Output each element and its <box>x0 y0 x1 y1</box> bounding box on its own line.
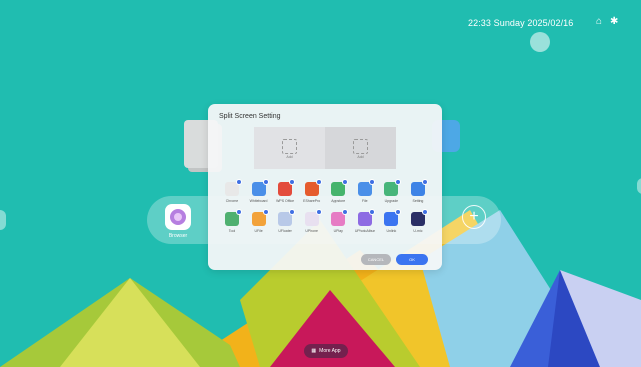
status-icons: ⌂ ✱ <box>596 16 618 27</box>
slot-label: Add <box>286 155 293 159</box>
app-label: Upgrade <box>384 199 399 203</box>
eshare-icon <box>304 179 322 196</box>
app-label: U-mic <box>413 229 423 233</box>
add-badge-icon <box>421 179 428 185</box>
add-badge-icon <box>262 209 269 215</box>
add-badge-icon <box>315 179 322 185</box>
add-badge-icon <box>236 179 242 185</box>
add-badge-icon <box>368 179 375 185</box>
unlink-icon <box>384 209 402 226</box>
app-tile[interactable]: UPhone <box>302 209 322 233</box>
app-tile[interactable]: Setting <box>408 179 428 203</box>
app-tile[interactable]: Appstore <box>328 179 349 203</box>
split-slots: Add Add <box>254 127 396 169</box>
app-tile[interactable]: ESharePro <box>302 179 322 203</box>
touch-indicator <box>530 32 550 52</box>
wifi-icon: ⌂ <box>596 16 603 27</box>
add-dock-app-button[interactable]: + <box>462 205 486 229</box>
add-badge-icon <box>395 179 402 185</box>
app-label: WPS Office <box>276 199 295 203</box>
app-label: File <box>361 199 368 203</box>
upgrade-icon <box>384 179 402 196</box>
ufloater-icon <box>278 209 296 226</box>
add-slot-icon <box>282 139 297 154</box>
app-tile[interactable]: Tool <box>222 209 242 233</box>
app-label: UFile <box>254 229 263 233</box>
tool-icon <box>225 209 242 226</box>
wps-office-icon <box>278 179 296 196</box>
app-label: Chrome <box>225 199 239 203</box>
add-badge-icon <box>368 209 375 215</box>
app-tile[interactable]: WPS Office <box>275 179 296 203</box>
add-slot-icon <box>353 139 368 154</box>
app-label: Tool <box>228 229 236 233</box>
split-slot-left[interactable]: Add <box>254 127 325 169</box>
dock-item-label: Browser <box>168 233 188 239</box>
app-label: UPhone <box>305 229 319 233</box>
app-label: Appstore <box>331 199 346 203</box>
right-side-handle[interactable] <box>637 178 641 194</box>
umic-icon <box>410 209 428 226</box>
more-app-button[interactable]: ▦ More App <box>304 344 348 358</box>
app-tile[interactable]: UFile <box>249 209 269 233</box>
app-tile[interactable]: Upgrade <box>381 179 402 203</box>
app-label: UPlay <box>333 229 343 233</box>
status-datetime: 22:33 Sunday 2025/02/16 <box>468 18 574 28</box>
app-label: Unlink <box>386 229 397 233</box>
app-label: UPhotoAlbum <box>354 229 375 233</box>
add-badge-icon <box>315 209 322 215</box>
app-grid: Chrome Whiteboard WPS Office ESharePro A… <box>222 179 428 242</box>
app-tile[interactable]: UPlay <box>328 209 349 233</box>
chrome-icon <box>225 179 242 196</box>
app-label: Setting <box>412 199 424 203</box>
add-badge-icon <box>262 179 269 185</box>
dock-item-browser[interactable]: Browser <box>160 204 196 240</box>
add-badge-icon <box>421 209 428 215</box>
add-badge-icon <box>289 209 296 215</box>
ufile-icon <box>251 209 269 226</box>
appstore-icon <box>331 179 349 196</box>
bluetooth-icon: ✱ <box>610 16 619 27</box>
uplay-icon <box>331 209 349 226</box>
split-screen-dialog: Split Screen Setting Add Add Chrome Whit… <box>208 104 442 270</box>
grid-icon: ▦ <box>311 348 317 354</box>
add-badge-icon <box>395 209 402 215</box>
app-tile[interactable]: Chrome <box>222 179 242 203</box>
add-badge-icon <box>236 209 242 215</box>
app-tile[interactable]: Unlink <box>381 209 402 233</box>
uphotoalbum-icon <box>357 209 375 226</box>
cancel-button[interactable]: CANCEL <box>361 254 391 265</box>
file-icon <box>357 179 375 196</box>
app-tile[interactable]: U-mic <box>408 209 428 233</box>
split-slot-right[interactable]: Add <box>325 127 396 169</box>
app-tile[interactable]: UPhotoAlbum <box>354 209 375 233</box>
whiteboard-icon <box>251 179 269 196</box>
add-badge-icon <box>342 179 349 185</box>
setting-icon <box>410 179 428 196</box>
left-side-handle[interactable] <box>0 210 6 230</box>
app-label: UFloater <box>278 229 292 233</box>
uphone-icon <box>304 209 322 226</box>
app-tile[interactable]: Whiteboard <box>249 179 269 203</box>
app-tile[interactable]: UFloater <box>275 209 296 233</box>
app-tile[interactable]: File <box>355 179 375 203</box>
browser-icon <box>165 204 191 230</box>
slot-label: Add <box>357 155 364 159</box>
add-badge-icon <box>342 209 349 215</box>
app-row-2: Tool UFile UFloater UPhone UPlay UPhotoA… <box>222 209 428 233</box>
dialog-title: Split Screen Setting <box>219 113 281 120</box>
app-label: ESharePro <box>303 199 321 203</box>
app-row-1: Chrome Whiteboard WPS Office ESharePro A… <box>222 179 428 203</box>
add-badge-icon <box>289 179 296 185</box>
app-label: Whiteboard <box>249 199 268 203</box>
more-app-label: More App <box>319 348 341 354</box>
ok-button[interactable]: OK <box>396 254 428 265</box>
